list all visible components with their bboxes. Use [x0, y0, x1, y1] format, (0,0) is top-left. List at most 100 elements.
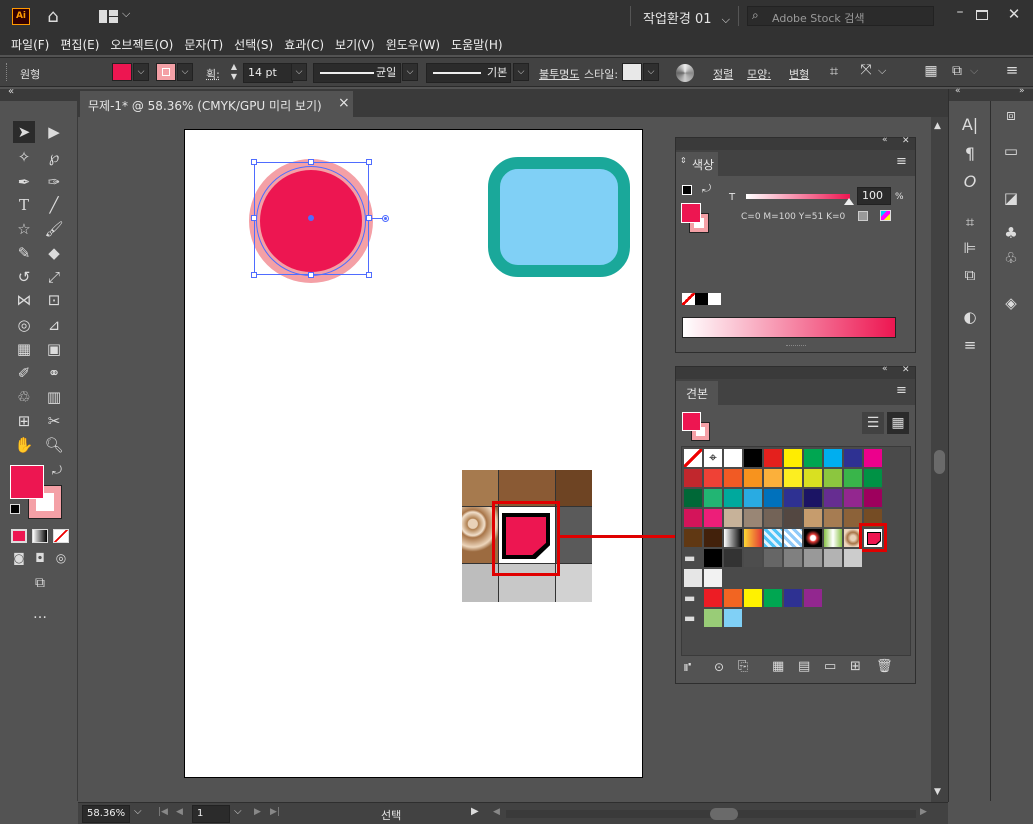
- recolor-artwork-icon[interactable]: [676, 64, 694, 82]
- document-tab[interactable]: 무제-1* @ 58.36% (CMYK/GPU 미리 보기) ×: [80, 91, 353, 117]
- color-swatch[interactable]: [784, 509, 802, 527]
- isolate-icon[interactable]: ⤧: [855, 62, 877, 78]
- list-view-icon[interactable]: ☰: [862, 412, 884, 434]
- color-swatch[interactable]: [684, 489, 702, 507]
- previous-artboard-icon[interactable]: ◀: [176, 807, 183, 817]
- menu-object[interactable]: 오브젝트(O): [110, 36, 173, 53]
- minimize-icon[interactable]: –: [950, 4, 970, 20]
- resize-handle[interactable]: [308, 272, 314, 278]
- color-group-folder-icon[interactable]: ▬: [684, 609, 702, 627]
- color-swatch[interactable]: [784, 589, 802, 607]
- color-swatch[interactable]: [724, 509, 742, 527]
- workspace-switcher[interactable]: 작업환경 01 ⌵: [643, 8, 730, 27]
- graphic-styles-icon[interactable]: ◪: [1000, 189, 1022, 207]
- selection-tool-icon[interactable]: ➤: [13, 121, 35, 143]
- width-tool-icon[interactable]: ⋈: [13, 289, 35, 311]
- collapse-icon[interactable]: »: [1019, 86, 1025, 96]
- color-swatch[interactable]: [724, 489, 742, 507]
- draw-behind-icon[interactable]: ◘: [31, 551, 49, 565]
- pattern-swatch[interactable]: [744, 529, 762, 547]
- chevron-down-icon[interactable]: ⌵: [134, 806, 142, 817]
- color-swatch[interactable]: [744, 589, 762, 607]
- color-swatch[interactable]: [704, 609, 722, 627]
- resize-handle[interactable]: [251, 215, 257, 221]
- resize-handle[interactable]: [251, 159, 257, 165]
- color-swatch[interactable]: [824, 469, 842, 487]
- color-swatch[interactable]: [844, 469, 862, 487]
- gradient-mode-button[interactable]: [32, 529, 48, 543]
- black-swatch-small[interactable]: [695, 293, 708, 305]
- color-swatch[interactable]: [864, 449, 882, 467]
- color-swatch[interactable]: [784, 549, 802, 567]
- menu-help[interactable]: 도움말(H): [451, 36, 503, 53]
- appearance-icon[interactable]: ◐: [959, 308, 981, 326]
- color-swatch[interactable]: [764, 589, 782, 607]
- align-link[interactable]: 정렬: [713, 66, 733, 82]
- layout-icon[interactable]: [99, 10, 119, 23]
- tint-slider[interactable]: [746, 194, 850, 199]
- gradient-tool-icon[interactable]: ▣: [43, 338, 65, 360]
- home-icon[interactable]: ⌂: [42, 6, 64, 27]
- color-swatch[interactable]: [824, 509, 842, 527]
- eyedropper-icon[interactable]: ✐: [13, 362, 35, 384]
- color-swatch[interactable]: [724, 609, 742, 627]
- color-swatch[interactable]: [704, 529, 722, 547]
- color-swatch[interactable]: [724, 589, 742, 607]
- registration-swatch[interactable]: ⌖: [704, 449, 722, 467]
- zoom-field[interactable]: 58.36%: [82, 805, 130, 823]
- color-swatch[interactable]: [704, 549, 722, 567]
- column-graph-icon[interactable]: ▥: [43, 386, 65, 408]
- swap-colors-icon[interactable]: ⤾: [52, 463, 62, 478]
- profile-dropdown[interactable]: ⌵: [402, 63, 418, 81]
- magic-wand-icon[interactable]: ✧: [13, 146, 35, 168]
- pattern-swatch[interactable]: [784, 529, 802, 547]
- chevron-down-icon[interactable]: ⌵: [970, 64, 978, 78]
- default-colors-icon[interactable]: [10, 504, 20, 514]
- close-icon[interactable]: ✕: [902, 365, 910, 375]
- artboard-tool-icon[interactable]: ⊞: [13, 410, 35, 432]
- color-swatch[interactable]: [704, 509, 722, 527]
- none-swatch-small[interactable]: [682, 293, 695, 305]
- pie-widget[interactable]: [382, 215, 389, 222]
- graphic-style-swatch[interactable]: [622, 63, 642, 81]
- type-tool-icon[interactable]: T: [13, 194, 35, 216]
- resize-handle[interactable]: [308, 159, 314, 165]
- vertical-scrollbar[interactable]: ▲ ▼: [931, 117, 948, 802]
- color-swatch[interactable]: [824, 489, 842, 507]
- color-swatch[interactable]: [804, 449, 822, 467]
- pen-tool-icon[interactable]: ✒: [13, 171, 35, 193]
- panel-fill-box[interactable]: [681, 203, 701, 223]
- stroke-stepper[interactable]: ▲ ▼: [228, 62, 240, 82]
- color-swatch[interactable]: [684, 529, 702, 547]
- new-group-icon[interactable]: ▭: [824, 659, 836, 674]
- panel-options-icon[interactable]: ⧉: [948, 63, 966, 79]
- first-artboard-icon[interactable]: |◀: [158, 807, 168, 817]
- close-icon[interactable]: ✕: [1004, 5, 1024, 23]
- stroke-dropdown[interactable]: ⌵: [177, 63, 193, 81]
- screen-mode-icon[interactable]: ⧉: [28, 575, 52, 591]
- properties-icon[interactable]: ▭: [1000, 142, 1022, 160]
- slice-tool-icon[interactable]: ✂: [43, 410, 65, 432]
- color-group-folder-icon[interactable]: ▬: [684, 549, 702, 567]
- panel-menu-icon[interactable]: ≡: [896, 154, 907, 169]
- color-swatch[interactable]: [704, 569, 722, 587]
- tab-color[interactable]: ⇕ 색상: [676, 152, 718, 176]
- style-dropdown[interactable]: ⌵: [643, 63, 659, 81]
- color-swatch[interactable]: [684, 469, 702, 487]
- horizontal-scrollbar[interactable]: [506, 808, 916, 820]
- draw-normal-icon[interactable]: ◙: [10, 551, 28, 565]
- chevron-down-icon[interactable]: ⌵: [122, 7, 130, 21]
- color-swatch[interactable]: [744, 509, 762, 527]
- collapse-icon[interactable]: «: [955, 86, 961, 96]
- stock-search-field[interactable]: ⌕ Adobe Stock 검색: [747, 6, 934, 26]
- resize-handle[interactable]: [251, 272, 257, 278]
- scroll-right-icon[interactable]: ▶: [920, 807, 927, 817]
- color-swatch[interactable]: [744, 489, 762, 507]
- free-transform-icon[interactable]: ⊡: [43, 289, 65, 311]
- shape-link[interactable]: 모양:: [747, 66, 771, 82]
- color-swatch[interactable]: [764, 449, 782, 467]
- hand-tool-icon[interactable]: ✋: [13, 434, 35, 456]
- color-swatch[interactable]: [804, 509, 822, 527]
- last-artboard-icon[interactable]: ▶|: [270, 807, 280, 817]
- layers-icon[interactable]: ◈: [1000, 294, 1022, 312]
